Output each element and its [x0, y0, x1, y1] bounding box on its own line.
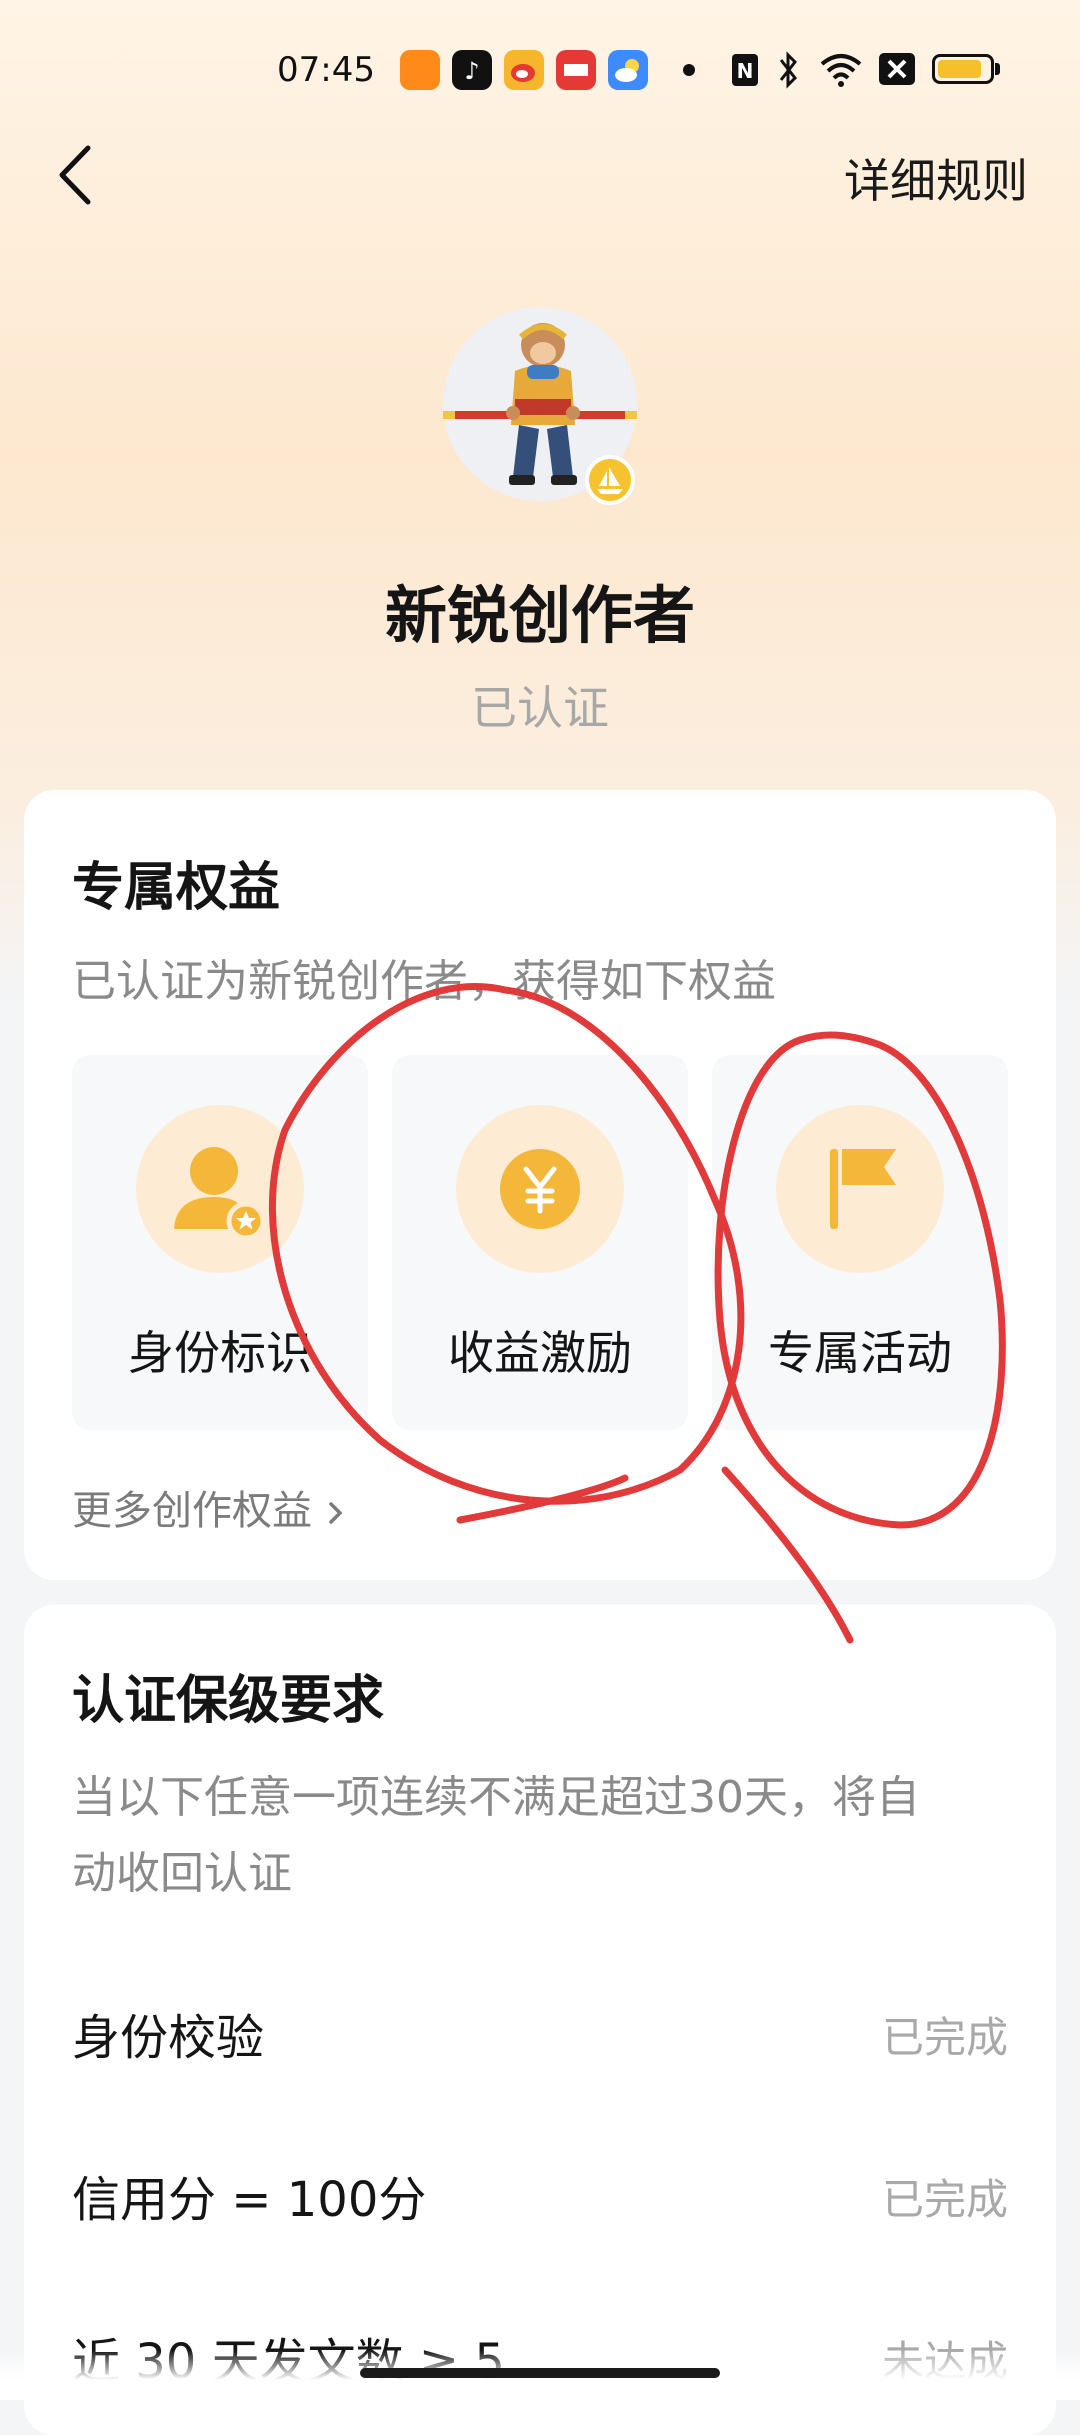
more-benefits-label: 更多创作权益 — [72, 1488, 312, 1534]
tiktok-icon: ♪ — [452, 50, 492, 90]
requirements-description-line1: 当以下任意一项连续不满足超过30天，将自 — [72, 1772, 920, 1823]
wifi-icon — [820, 54, 862, 87]
benefit-activities[interactable]: 专属活动 — [712, 1055, 1008, 1430]
benefit-label: 专属活动 — [768, 1326, 952, 1380]
profile-title: 新锐创作者 — [384, 579, 695, 652]
requirement-label: 身份校验 — [72, 2010, 265, 2066]
chevron-right-icon — [328, 1502, 343, 1524]
benefit-label: 身份标识 — [128, 1326, 312, 1380]
home-indicator[interactable] — [360, 2368, 720, 2378]
chevron-left-icon[interactable] — [48, 140, 108, 210]
bluetooth-icon — [779, 51, 797, 89]
requirement-status: 已完成 — [881, 2013, 1008, 2062]
sailboat-badge-icon — [585, 455, 635, 505]
requirement-status: 已完成 — [881, 2175, 1008, 2224]
battery-icon — [932, 54, 994, 84]
nfc-icon: N — [732, 54, 758, 86]
benefit-icon-circle — [136, 1105, 304, 1273]
video-app-icon — [400, 50, 440, 90]
flag-icon — [830, 1149, 896, 1229]
certification-status: 已认证 — [471, 681, 609, 735]
svg-text:♪: ♪ — [464, 57, 479, 85]
requirements-description-line2: 动收回认证 — [72, 1848, 292, 1899]
weibo-icon — [504, 50, 544, 90]
weather-icon — [608, 50, 648, 90]
rules-link[interactable]: 详细规则 — [844, 145, 1028, 211]
benefit-label: 收益激励 — [448, 1326, 632, 1380]
benefit-icon-circle — [456, 1105, 624, 1273]
signal-off-icon — [879, 53, 915, 85]
benefit-icon-circle — [776, 1105, 944, 1273]
benefit-income[interactable]: 收益激励 — [392, 1055, 688, 1430]
requirement-label: 信用分 = 100分 — [72, 2172, 427, 2228]
yuan-coin-icon — [500, 1149, 580, 1229]
battery-tip — [995, 63, 1000, 75]
more-benefits-link[interactable]: 更多创作权益 — [72, 1478, 347, 1536]
requirements-title: 认证保级要求 — [72, 1671, 385, 1731]
user-star-icon — [174, 1147, 266, 1241]
benefit-identity[interactable]: 身份标识 — [72, 1055, 368, 1430]
benefits-description: 已认证为新锐创作者，获得如下权益 — [72, 956, 776, 1007]
svg-text:N: N — [737, 59, 754, 83]
benefits-title: 专属权益 — [72, 858, 281, 918]
status-bar: 07:45 ♪ N — [0, 40, 1080, 104]
notification-dot — [683, 64, 695, 76]
toutiao-icon — [556, 50, 596, 90]
status-time: 07:45 — [277, 50, 375, 90]
battery-level — [938, 60, 981, 78]
